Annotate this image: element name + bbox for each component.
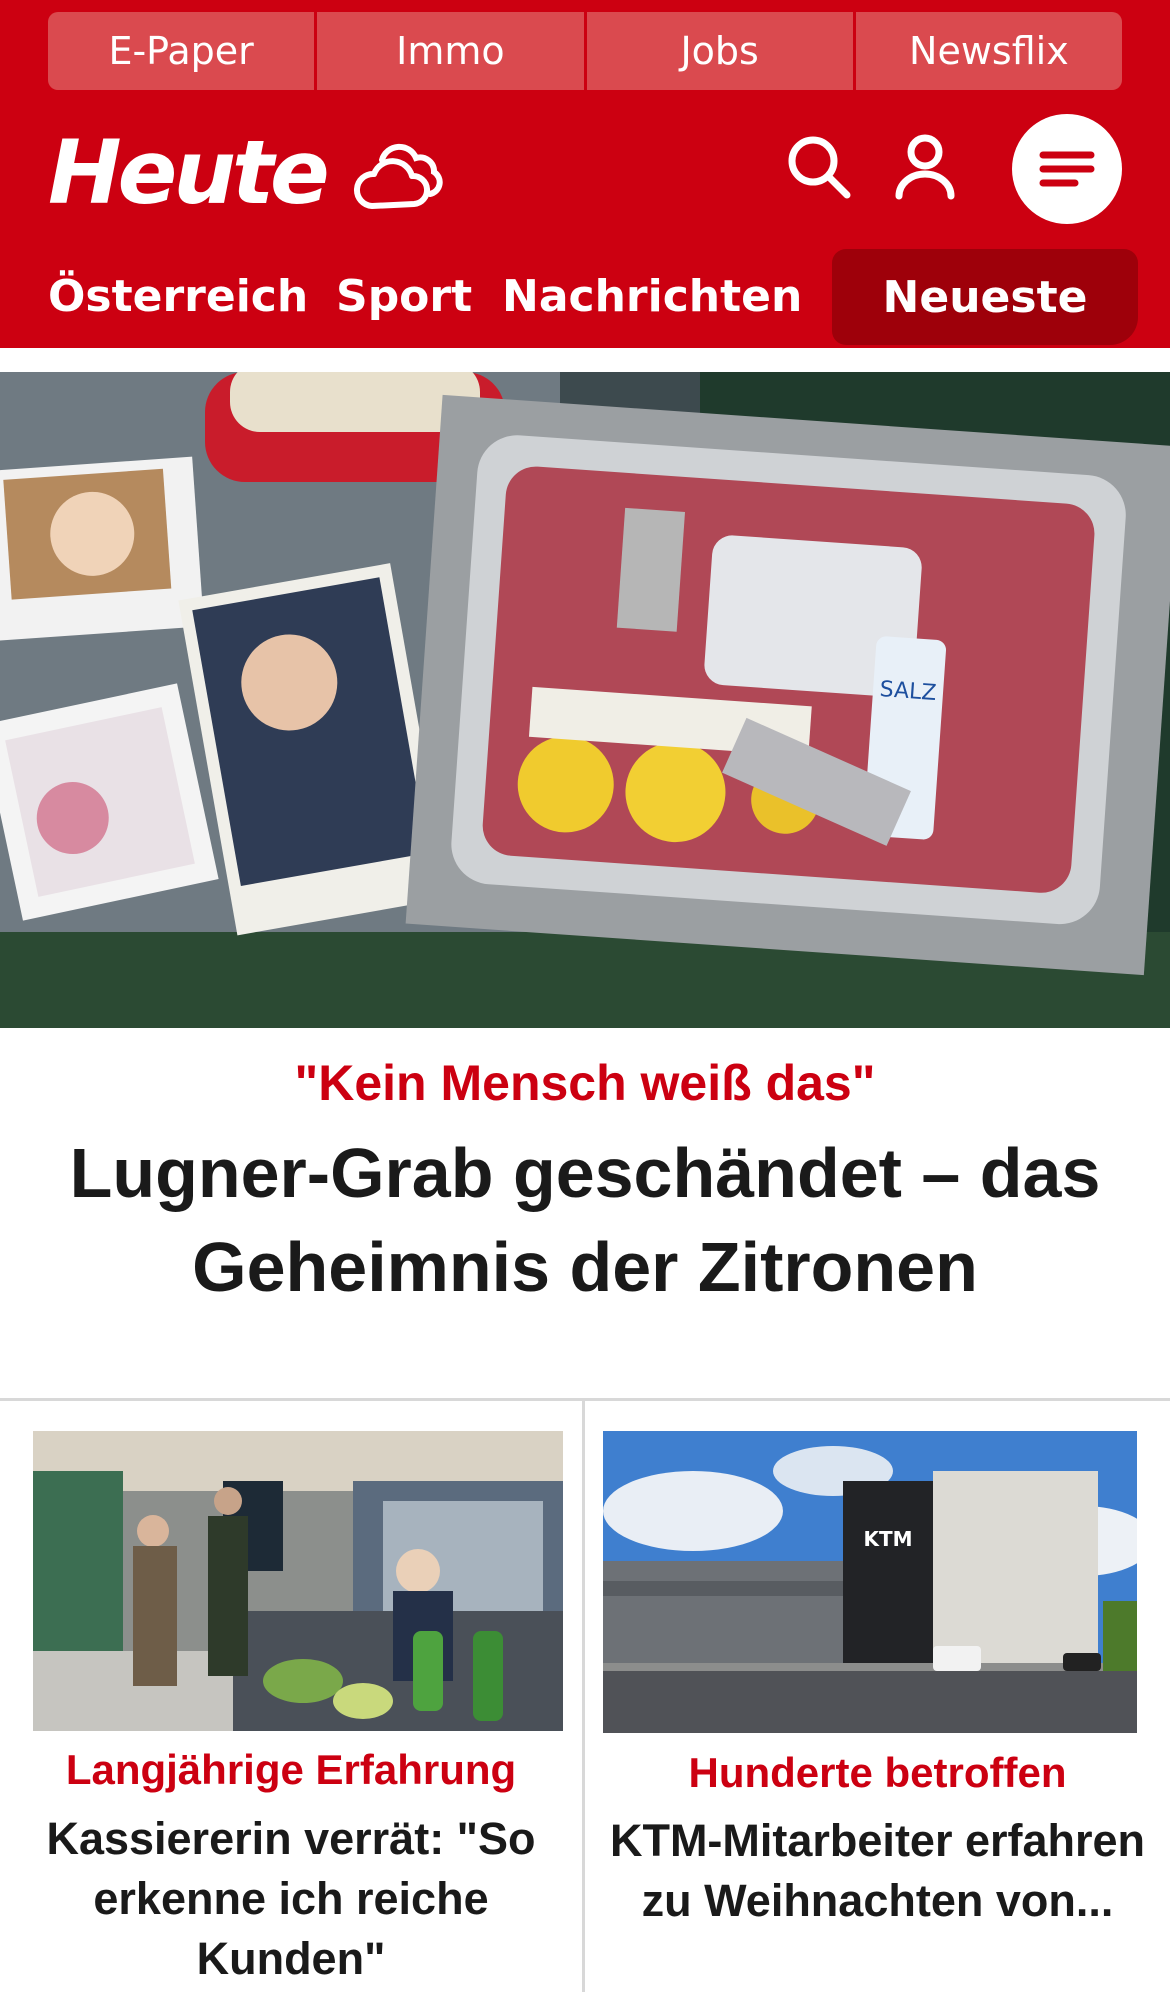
search-icon: [788, 136, 851, 199]
nav-sport[interactable]: Sport: [336, 245, 472, 348]
search-button[interactable]: [786, 134, 852, 200]
hero-image[interactable]: SALZ: [0, 372, 1170, 1028]
site-header: E-Paper Immo Jobs Newsflix Heute Österre…: [0, 0, 1170, 348]
account-button[interactable]: [894, 134, 956, 200]
hero-kicker: "Kein Mensch weiß das": [294, 1055, 876, 1111]
menu-button[interactable]: [1012, 114, 1122, 224]
supermarket-photo: [33, 1431, 563, 1731]
article-headline[interactable]: KTM-Mitarbeiter erfahren zu Weihnachten …: [585, 1811, 1170, 1931]
article-card-ktm[interactable]: KTM Hunderte betroffen KTM-Mitarbeiter e…: [585, 1401, 1170, 1992]
article-image-ktm[interactable]: KTM: [603, 1431, 1137, 1733]
main-nav: Österreich Sport Nachrichten Neueste: [0, 245, 1170, 348]
salt-label: SALZ: [879, 677, 937, 706]
menu-icon: [1039, 151, 1095, 187]
article-image-supermarket[interactable]: [33, 1431, 563, 1731]
article-headline[interactable]: Kassiererin verrät: "So erkenne ich reic…: [0, 1809, 582, 1989]
ktm-building-photo: KTM: [603, 1431, 1137, 1733]
hero-headline[interactable]: Lugner-Grab geschändet – das Geheimnis d…: [40, 1126, 1130, 1314]
hero-photo: SALZ: [0, 372, 1170, 1028]
article-kicker: Hunderte betroffen: [688, 1749, 1067, 1796]
nav-nachrichten[interactable]: Nachrichten: [502, 245, 802, 348]
weather-icon[interactable]: [352, 134, 446, 212]
nav-neueste[interactable]: Neueste: [832, 249, 1138, 345]
tab-newsflix[interactable]: Newsflix: [855, 12, 1122, 90]
ktm-sign: KTM: [863, 1527, 912, 1551]
article-kicker: Langjährige Erfahrung: [65, 1746, 517, 1793]
tab-epaper[interactable]: E-Paper: [48, 12, 318, 90]
site-logo[interactable]: Heute: [48, 118, 446, 228]
top-tab-bar: E-Paper Immo Jobs Newsflix: [48, 12, 1122, 90]
tab-immo[interactable]: Immo: [317, 12, 587, 90]
user-icon: [895, 134, 955, 200]
tab-jobs[interactable]: Jobs: [586, 12, 856, 90]
article-card-cashier[interactable]: Langjährige Erfahrung Kassiererin verrät…: [0, 1401, 582, 1992]
logo-text: Heute: [48, 121, 330, 224]
nav-oesterreich[interactable]: Österreich: [48, 245, 308, 348]
